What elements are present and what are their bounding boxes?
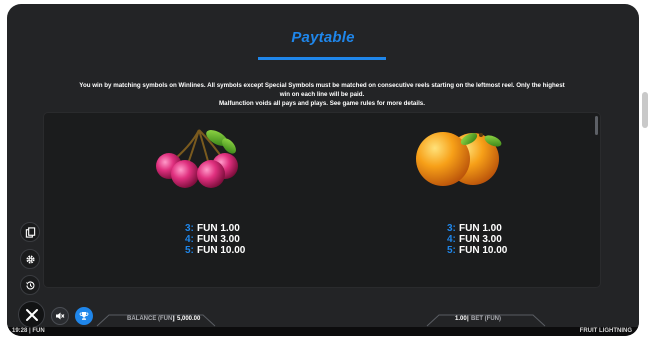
bet-value: 1.00: [455, 316, 467, 322]
pay-row: 5: FUN 10.00: [185, 245, 246, 256]
bar-outline: [96, 314, 546, 327]
cherries-paytable: 3: FUN 1.00 4: FUN 3.00 5: FUN 10.00: [185, 223, 245, 256]
paytable-intro: You win by matching symbols on Winlines.…: [77, 81, 567, 108]
intro-line-1: You win by matching symbols on Winlines.…: [79, 82, 565, 98]
pay-row: 4: FUN 3.00: [185, 234, 240, 245]
sound-button[interactable]: [51, 307, 69, 325]
settings-icon: [25, 254, 35, 264]
bet-label: BET (FUN): [471, 316, 501, 322]
page-scrollbar-thumb[interactable]: [642, 92, 648, 128]
oranges-paytable: 3: FUN 1.00 4: FUN 3.00 5: FUN 10.00: [447, 223, 507, 256]
balance-label: BALANCE (FUN): [127, 316, 175, 322]
title-underline: [258, 57, 386, 60]
pay-row: 5: FUN 10.00: [447, 245, 508, 256]
balance-separator: |: [173, 316, 175, 322]
game-name: FRUIT LIGHTNING: [579, 328, 632, 334]
bottom-bar: [7, 313, 639, 327]
page-title: Paytable: [291, 29, 355, 46]
bet-separator: |: [467, 316, 469, 322]
settings-button[interactable]: [20, 249, 40, 269]
game-window: Paytable You win by matching symbols on …: [7, 4, 639, 336]
sound-off-icon: [56, 312, 65, 320]
pay-row: 4: FUN 3.00: [447, 234, 502, 245]
pay-row: 3: FUN 1.00: [447, 223, 502, 234]
intro-line-2: Malfunction voids all pays and plays. Se…: [219, 100, 425, 107]
cherries-icon: [156, 129, 238, 188]
pay-row: 3: FUN 1.00: [185, 223, 240, 234]
page-scrollbar-track[interactable]: [640, 4, 650, 336]
trophy-icon: [79, 312, 89, 320]
status-bar: [7, 327, 639, 336]
balance-value: 5,000.00: [177, 316, 201, 322]
history-button[interactable]: [20, 275, 40, 295]
trophy-button[interactable]: [75, 307, 93, 325]
close-button[interactable]: [18, 301, 45, 328]
oranges-icon: [416, 132, 502, 186]
status-time-currency: 19:28 | FUN: [12, 328, 45, 334]
history-icon: [25, 280, 34, 289]
close-icon: [25, 308, 38, 321]
symbol-panel[interactable]: [43, 112, 601, 288]
panel-scrollbar[interactable]: [595, 116, 598, 135]
paytable-button[interactable]: [20, 222, 40, 242]
paytable-icon: [25, 226, 35, 238]
